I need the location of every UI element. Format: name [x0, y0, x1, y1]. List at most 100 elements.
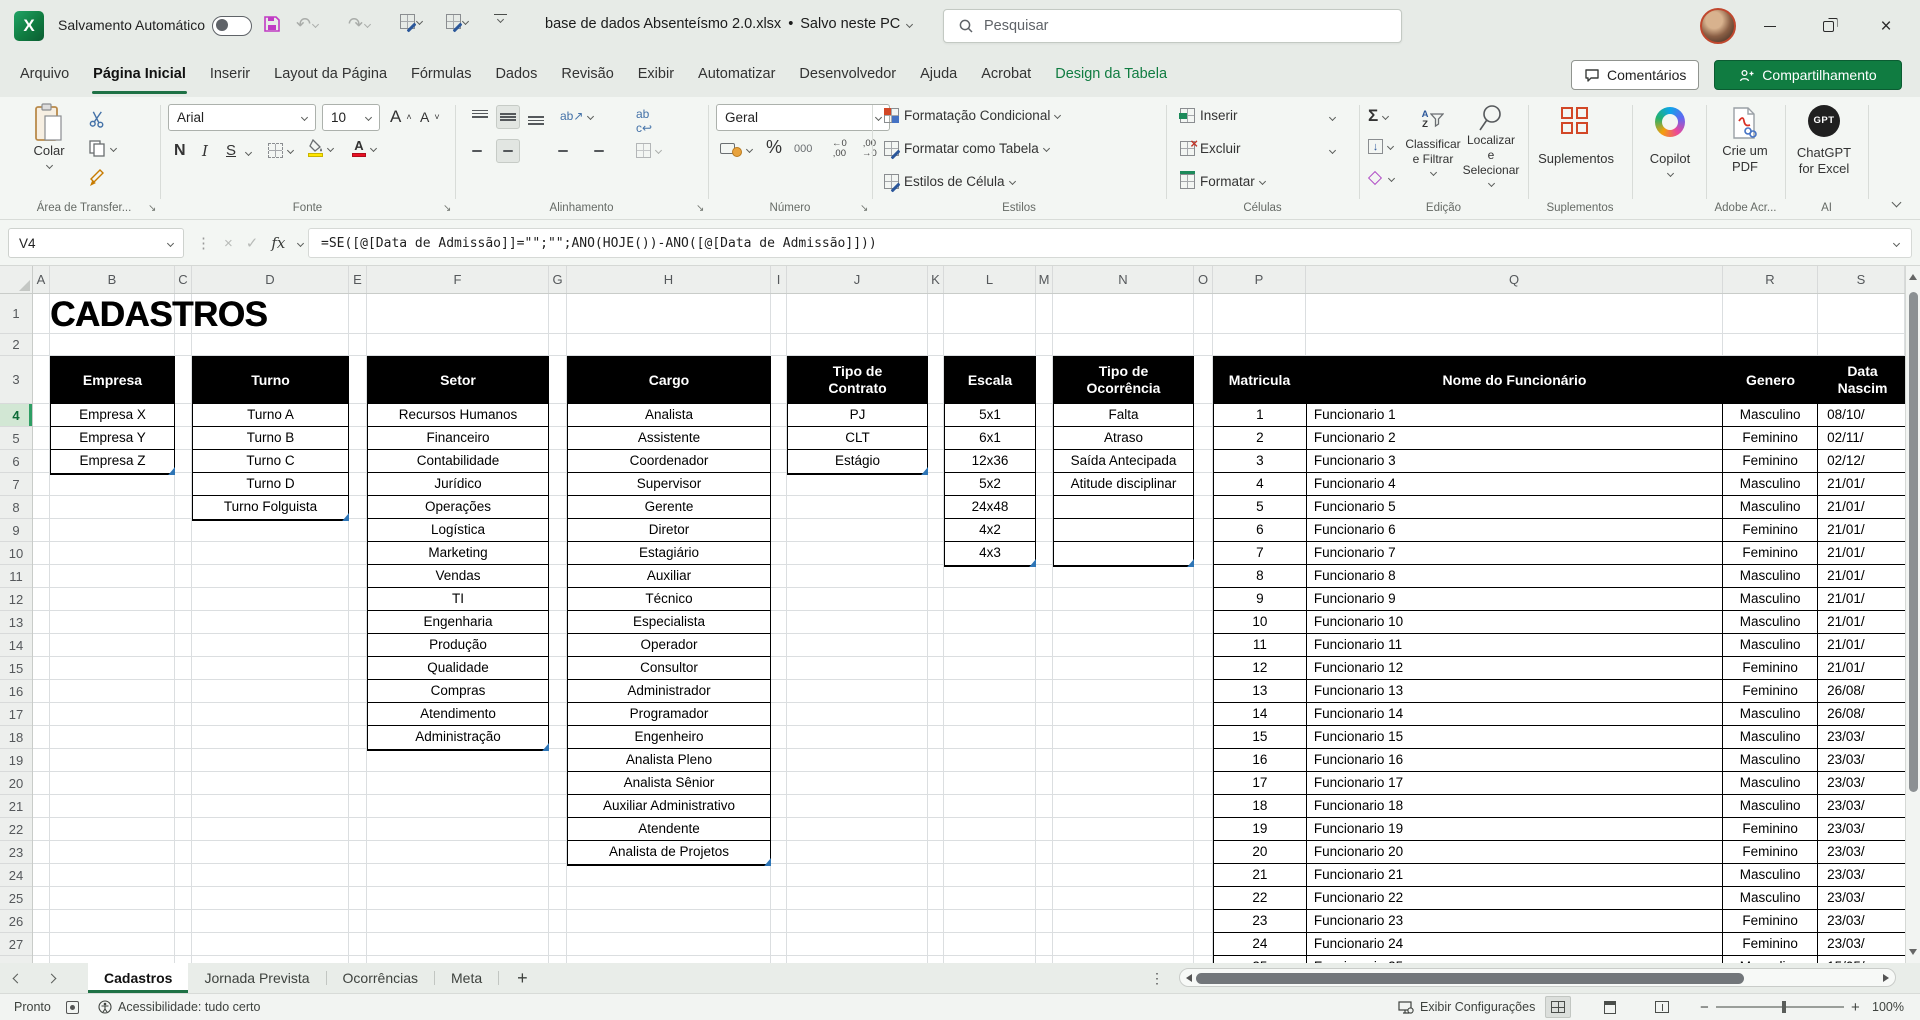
cell-genero[interactable]: Masculino: [1723, 749, 1818, 771]
cargo-cell[interactable]: Diretor: [568, 519, 770, 542]
increase-decimal-button[interactable]: ←0 ,00: [832, 139, 847, 159]
cell-matricula[interactable]: 5: [1214, 496, 1307, 518]
italic-button[interactable]: I: [202, 142, 208, 160]
cell-matricula[interactable]: 24: [1214, 933, 1307, 955]
sort-filter-button[interactable]: AZ Classificar e Filtrar: [1404, 103, 1462, 175]
add-sheet-button[interactable]: +: [499, 968, 546, 989]
chevron-down-icon[interactable]: [906, 20, 913, 27]
escala-cell[interactable]: 12x36: [945, 450, 1035, 473]
setor-cell[interactable]: Recursos Humanos: [368, 404, 548, 427]
enter-icon[interactable]: ✓: [246, 234, 259, 252]
fill-button[interactable]: ↓: [1368, 139, 1393, 154]
cell-data-nascimento[interactable]: 23/03/: [1818, 772, 1905, 794]
cargo-cell[interactable]: Engenheiro: [568, 726, 770, 749]
scroll-left-icon[interactable]: [1186, 974, 1192, 982]
find-select-button[interactable]: Localizar e Selecionar: [1464, 103, 1518, 186]
column-header-B[interactable]: B: [50, 266, 175, 293]
cargo-cell[interactable]: Analista Sênior: [568, 772, 770, 795]
cell-nome[interactable]: Funcionario 2: [1307, 427, 1723, 449]
decrease-font-button[interactable]: A˅: [420, 109, 440, 125]
cargo-cell[interactable]: Estagiário: [568, 542, 770, 565]
scroll-down-icon[interactable]: [1909, 949, 1917, 955]
row-header-7[interactable]: 7: [0, 473, 32, 496]
escala-cell[interactable]: 4x3: [945, 542, 1035, 565]
cell-matricula[interactable]: 10: [1214, 611, 1307, 633]
funcionario-row[interactable]: 8 Funcionario 8 Masculino 21/01/: [1214, 565, 1905, 588]
row-header-10[interactable]: 10: [0, 542, 32, 565]
column-header-M[interactable]: M: [1036, 266, 1053, 293]
column-header-P[interactable]: P: [1213, 266, 1306, 293]
tipo-ocorrencia-cell[interactable]: [1054, 496, 1193, 519]
funcionario-row[interactable]: 4 Funcionario 4 Masculino 21/01/: [1214, 473, 1905, 496]
cell-nome[interactable]: Funcionario 11: [1307, 634, 1723, 656]
tipo-ocorrencia-cell[interactable]: [1054, 519, 1193, 542]
funcionario-row[interactable]: 5 Funcionario 5 Masculino 21/01/: [1214, 496, 1905, 519]
align-right-button[interactable]: [524, 139, 548, 163]
zoom-in-button[interactable]: +: [1851, 994, 1860, 1020]
cell-data-nascimento[interactable]: 21/01/: [1818, 565, 1905, 587]
search-input[interactable]: Pesquisar: [943, 9, 1402, 43]
column-header-H[interactable]: H: [567, 266, 771, 293]
cell-nome[interactable]: Funcionario 6: [1307, 519, 1723, 541]
restore-button[interactable]: [1799, 0, 1857, 52]
cell-nome[interactable]: Funcionario 15: [1307, 726, 1723, 748]
tab-arquivo[interactable]: Arquivo: [8, 52, 81, 97]
cargo-cell[interactable]: Operador: [568, 634, 770, 657]
cargo-cell[interactable]: Especialista: [568, 611, 770, 634]
row-header-16[interactable]: 16: [0, 680, 32, 703]
orientation-button[interactable]: ab↗: [560, 109, 593, 123]
cell-nome[interactable]: Funcionario 12: [1307, 657, 1723, 679]
cell-genero[interactable]: Masculino: [1723, 772, 1818, 794]
row-header-6[interactable]: 6: [0, 450, 32, 473]
setor-cell[interactable]: TI: [368, 588, 548, 611]
cell-genero[interactable]: Masculino: [1723, 864, 1818, 886]
cell-matricula[interactable]: 15: [1214, 726, 1307, 748]
chevron-down-icon[interactable]: [110, 144, 117, 151]
chevron-down-icon[interactable]: [1487, 180, 1494, 187]
column-header-N[interactable]: N: [1053, 266, 1194, 293]
cell-nome[interactable]: Funcionario 21: [1307, 864, 1723, 886]
quick-table-tool-button-2[interactable]: [446, 14, 468, 29]
cell-data-nascimento[interactable]: 21/01/: [1818, 473, 1905, 495]
turno-cell[interactable]: Turno Folguista: [193, 496, 348, 519]
cell-data-nascimento[interactable]: 23/03/: [1818, 818, 1905, 840]
format-as-table-button[interactable]: Formatar como Tabela: [884, 141, 1049, 156]
cell-matricula[interactable]: 1: [1214, 404, 1307, 426]
row-header-24[interactable]: 24: [0, 864, 32, 887]
document-title[interactable]: base de dados Absenteísmo 2.0.xlsx • Sal…: [545, 16, 912, 32]
cell-nome[interactable]: Funcionario 24: [1307, 933, 1723, 955]
cell-nome[interactable]: Funcionario 25: [1307, 956, 1723, 963]
setor-cell[interactable]: Administração: [368, 726, 548, 749]
column-header-O[interactable]: O: [1194, 266, 1213, 293]
scroll-right-icon[interactable]: [1883, 974, 1889, 982]
chevron-down-icon[interactable]: [312, 21, 319, 28]
column-header-R[interactable]: R: [1723, 266, 1818, 293]
cell-genero[interactable]: Feminino: [1723, 841, 1818, 863]
tipo-contrato-cell[interactable]: CLT: [788, 427, 927, 450]
cell-matricula[interactable]: 4: [1214, 473, 1307, 495]
dialog-launcher-icon[interactable]: ↘: [443, 203, 451, 214]
row-header-9[interactable]: 9: [0, 519, 32, 542]
zoom-slider[interactable]: [1716, 994, 1844, 1020]
cell-genero[interactable]: Masculino: [1723, 496, 1818, 518]
column-header-J[interactable]: J: [787, 266, 928, 293]
font-color-button[interactable]: A: [352, 139, 376, 157]
row-header-26[interactable]: 26: [0, 910, 32, 933]
turno-cell[interactable]: Turno A: [193, 404, 348, 427]
font-name-select[interactable]: Arial: [168, 104, 316, 131]
cell-data-nascimento[interactable]: 23/03/: [1818, 841, 1905, 863]
minimize-button[interactable]: [1741, 0, 1799, 52]
column-header-K[interactable]: K: [928, 266, 944, 293]
escala-cell[interactable]: 6x1: [945, 427, 1035, 450]
insert-function-button[interactable]: fx: [271, 234, 285, 252]
comments-button[interactable]: Comentários: [1571, 60, 1699, 90]
cell-styles-button[interactable]: Estilos de Célula: [884, 174, 1015, 189]
cell-genero[interactable]: Masculino: [1723, 634, 1818, 656]
chevron-down-icon[interactable]: [297, 239, 304, 246]
vertical-scrollbar[interactable]: [1905, 266, 1920, 963]
cell-data-nascimento[interactable]: 21/01/: [1818, 657, 1905, 679]
cell-nome[interactable]: Funcionario 4: [1307, 473, 1723, 495]
cell-data-nascimento[interactable]: 21/01/: [1818, 611, 1905, 633]
column-header-E[interactable]: E: [349, 266, 367, 293]
cell-genero[interactable]: Masculino: [1723, 795, 1818, 817]
